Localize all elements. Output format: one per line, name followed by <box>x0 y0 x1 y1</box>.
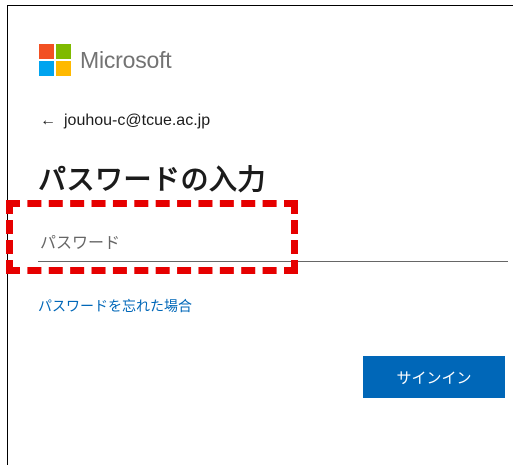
account-row: ← jouhou-c@tcue.ac.jp <box>40 112 210 130</box>
logo-square-yellow <box>56 61 71 76</box>
brand-name: Microsoft <box>80 46 172 73</box>
microsoft-logo: Microsoft <box>39 44 172 76</box>
logo-square-blue <box>39 61 54 76</box>
logo-square-red <box>39 44 54 59</box>
page-title: パスワードの入力 <box>38 163 267 196</box>
account-email: jouhou-c@tcue.ac.jp <box>64 112 211 129</box>
logo-square-green <box>56 44 71 59</box>
forgot-password-link[interactable]: パスワードを忘れた場合 <box>38 296 192 316</box>
sign-in-button[interactable]: サインイン <box>363 356 505 398</box>
back-arrow-icon[interactable]: ← <box>40 112 56 130</box>
microsoft-logo-icon <box>39 44 71 76</box>
password-input[interactable] <box>38 226 508 262</box>
